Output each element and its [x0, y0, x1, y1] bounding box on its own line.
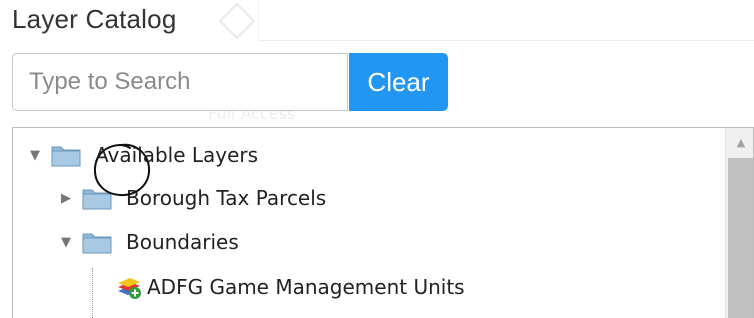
folder-icon [82, 230, 112, 254]
scroll-up-arrow-icon[interactable]: ▲ [726, 128, 753, 156]
vertical-scrollbar[interactable]: ▲ [725, 128, 753, 318]
caret-down-icon[interactable]: ▼ [27, 147, 43, 163]
background-ghost-diamond-icon [218, 2, 256, 40]
tree-node-label: Boundaries [126, 230, 239, 254]
tree-node-adfg-game-management-units[interactable]: ADFG Game Management Units [115, 270, 465, 304]
caret-right-icon[interactable]: ▶ [58, 190, 74, 206]
tree-node-label: ADFG Game Management Units [147, 275, 465, 299]
tree-node-available-layers[interactable]: ▼ Available Layers [27, 138, 258, 172]
folder-icon [51, 143, 81, 167]
scroll-thumb[interactable] [728, 158, 753, 318]
tree-connector-line [92, 268, 93, 318]
layer-catalog-page: Full Access Layer Catalog Clear ▼ Availa… [0, 0, 754, 318]
folder-icon [82, 186, 112, 210]
clear-button[interactable]: Clear [349, 53, 448, 111]
background-ghost-panel [258, 0, 754, 41]
search-input[interactable] [12, 53, 348, 111]
caret-down-icon[interactable]: ▼ [58, 234, 74, 250]
add-layer-icon[interactable] [115, 273, 143, 301]
panel-title: Layer Catalog [12, 4, 177, 34]
tree-node-label: Available Layers [95, 143, 259, 167]
tree-node-borough-tax-parcels[interactable]: ▶ Borough Tax Parcels [58, 181, 326, 215]
tree-node-boundaries[interactable]: ▼ Boundaries [58, 225, 239, 259]
tree-node-label: Borough Tax Parcels [126, 186, 327, 210]
layer-tree[interactable]: ▼ Available Layers ▶ Borough Tax Parcels… [12, 127, 754, 318]
